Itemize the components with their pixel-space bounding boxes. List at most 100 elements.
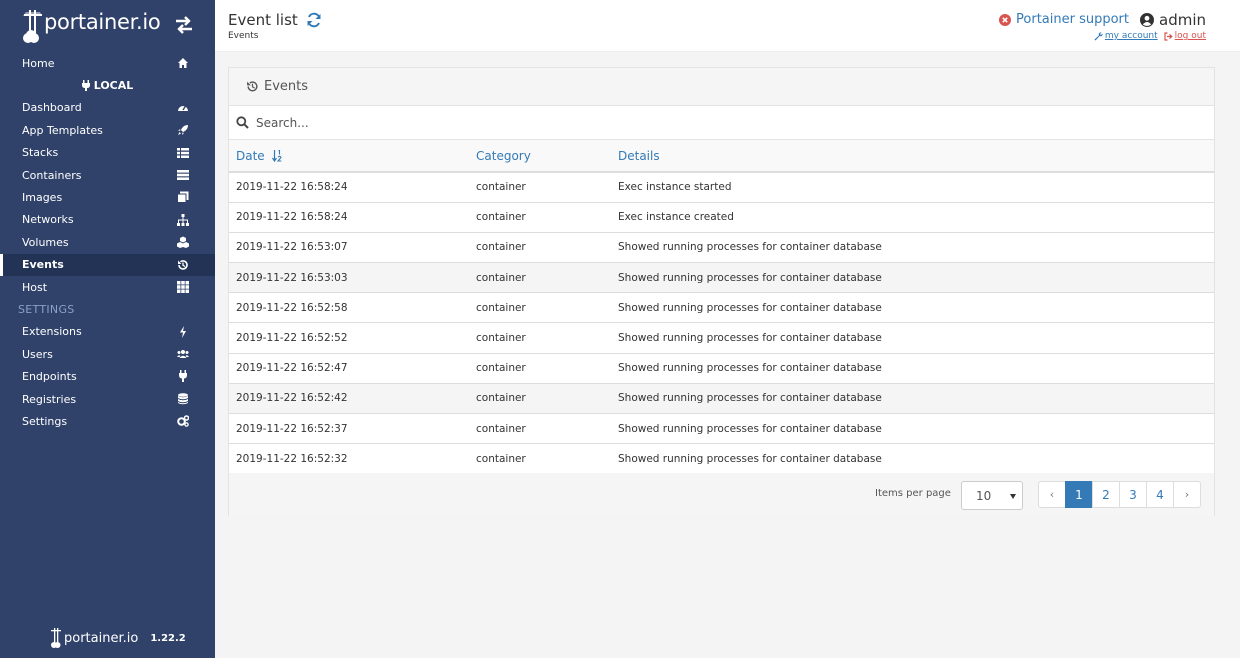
sidebar-item-registries[interactable]: Registries xyxy=(0,388,215,410)
sidebar-item-containers[interactable]: Containers xyxy=(0,164,215,186)
cogs-icon xyxy=(177,415,189,428)
page-button-4[interactable]: 4 xyxy=(1146,481,1174,508)
events-panel: Events Date Category Details 2019-11-22 … xyxy=(228,67,1215,516)
sidebar-item-settings[interactable]: Settings xyxy=(0,410,215,432)
cell-date: 2019-11-22 16:52:42 xyxy=(229,383,469,415)
refresh-icon[interactable] xyxy=(306,12,322,28)
settings-section-heading: SETTINGS xyxy=(18,302,75,316)
sidebar-item-images[interactable]: Images xyxy=(0,186,215,208)
sidebar-item-label: Extensions xyxy=(22,325,82,339)
wrench-icon xyxy=(1094,31,1103,40)
pagination: ‹ 1 2 3 4 › xyxy=(1038,481,1201,508)
page-button-2[interactable]: 2 xyxy=(1092,481,1120,508)
sidebar-brand[interactable]: portainer.io xyxy=(0,0,215,50)
brand-name: portainer.io xyxy=(44,10,161,34)
sidebar: portainer.io Home LOCAL Dashboard App Te… xyxy=(0,0,215,658)
cell-date: 2019-11-22 16:52:47 xyxy=(229,353,469,384)
server-icon xyxy=(177,169,189,180)
portainer-logo-icon xyxy=(23,10,42,43)
sidebar-item-app-templates[interactable]: App Templates xyxy=(0,119,215,141)
sidebar-item-label: Networks xyxy=(22,213,74,227)
breadcrumb: Events xyxy=(228,31,259,41)
clone-icon xyxy=(177,191,189,204)
table-footer: Items per page 10 ‹ 1 2 3 4 › xyxy=(229,473,1214,516)
cell-details: Showed running processes for container d… xyxy=(611,262,1214,294)
exchange-icon[interactable] xyxy=(175,15,193,35)
table-row: 2019-11-22 16:52:32 container Showed runni… xyxy=(229,443,1214,475)
cell-category: container xyxy=(469,202,611,233)
dashboard-icon xyxy=(178,105,188,111)
column-header-date[interactable]: Date xyxy=(229,140,469,173)
sidebar-item-networks[interactable]: Networks xyxy=(0,209,215,231)
column-header-details[interactable]: Details xyxy=(611,140,1214,173)
sidebar-item-label: Containers xyxy=(22,168,82,182)
sidebar-item-extensions[interactable]: Extensions xyxy=(0,321,215,343)
th-icon xyxy=(177,280,189,293)
sitemap-icon xyxy=(177,213,189,226)
page-title: Event list xyxy=(228,11,322,29)
plug-icon xyxy=(179,370,187,383)
sidebar-item-home[interactable]: Home xyxy=(0,52,215,74)
cell-category: container xyxy=(469,383,611,415)
cell-category: container xyxy=(469,413,611,445)
sidebar-item-label: App Templates xyxy=(22,123,103,137)
table-row: 2019-11-22 16:53:07 container Showed runni… xyxy=(229,232,1214,264)
cell-date: 2019-11-22 16:58:24 xyxy=(229,172,469,203)
sign-out-icon xyxy=(1164,31,1173,41)
sidebar-item-label: Events xyxy=(22,258,64,272)
cell-category: container xyxy=(469,232,611,264)
sidebar-item-dashboard[interactable]: Dashboard xyxy=(0,97,215,119)
sidebar-item-users[interactable]: Users xyxy=(0,343,215,365)
table-row: 2019-11-22 16:52:47 container Showed runni… xyxy=(229,353,1214,384)
next-page-button[interactable]: › xyxy=(1173,481,1201,508)
panel-heading: Events xyxy=(229,68,1214,106)
cell-date: 2019-11-22 16:58:24 xyxy=(229,202,469,233)
sidebar-item-stacks[interactable]: Stacks xyxy=(0,142,215,164)
sidebar-item-events[interactable]: Events xyxy=(0,253,215,276)
users-icon xyxy=(177,350,189,359)
table-row: 2019-11-22 16:52:42 container Showed runni… xyxy=(229,383,1214,415)
table-row: 2019-11-22 16:52:52 container Showed runni… xyxy=(229,322,1214,354)
sidebar-item-volumes[interactable]: Volumes xyxy=(0,231,215,253)
sidebar-nav: Home LOCAL Dashboard App Templates Stack… xyxy=(0,52,215,433)
my-account-link[interactable]: my account xyxy=(1094,31,1158,41)
cell-details: Exec instance started xyxy=(611,172,1214,203)
cell-date: 2019-11-22 16:52:37 xyxy=(229,413,469,445)
items-per-page-label: Items per page xyxy=(875,488,951,499)
page-button-3[interactable]: 3 xyxy=(1119,481,1147,508)
home-icon xyxy=(178,58,188,68)
portainer-logo-icon xyxy=(51,628,61,648)
history-icon xyxy=(247,81,258,92)
items-per-page-select[interactable]: 10 xyxy=(961,481,1023,510)
column-header-category[interactable]: Category xyxy=(469,140,611,173)
cell-category: container xyxy=(469,443,611,475)
support-link[interactable]: Portainer support xyxy=(999,12,1129,27)
account-links: my account log out xyxy=(1088,31,1206,41)
page-header: Event list Events Portainer support admi… xyxy=(215,0,1240,52)
table-row: 2019-11-22 16:52:37 container Showed runni… xyxy=(229,413,1214,445)
sidebar-item-label: Volumes xyxy=(22,235,69,249)
cell-date: 2019-11-22 16:53:03 xyxy=(229,262,469,294)
user-circle-icon xyxy=(1140,13,1154,27)
search-input[interactable] xyxy=(256,115,1156,130)
cell-details: Showed running processes for container d… xyxy=(611,383,1214,415)
username: admin xyxy=(1159,11,1206,29)
user-menu: admin xyxy=(1140,11,1206,29)
cell-details: Showed running processes for container d… xyxy=(611,353,1214,384)
sidebar-item-host[interactable]: Host xyxy=(0,276,215,298)
prev-page-button[interactable]: ‹ xyxy=(1038,481,1066,508)
page-button-1[interactable]: 1 xyxy=(1065,481,1093,508)
cell-category: container xyxy=(469,172,611,203)
sidebar-item-label: Stacks xyxy=(22,146,59,160)
bolt-icon xyxy=(180,325,186,338)
cell-date: 2019-11-22 16:52:52 xyxy=(229,322,469,354)
sidebar-item-endpoints[interactable]: Endpoints xyxy=(0,365,215,387)
cell-category: container xyxy=(469,292,611,324)
log-out-link[interactable]: log out xyxy=(1164,31,1206,41)
sidebar-item-label: Users xyxy=(22,347,53,361)
cell-details: Exec instance created xyxy=(611,202,1214,233)
search-icon xyxy=(236,116,249,129)
version-label: 1.22.2 xyxy=(150,632,186,644)
cubes-icon xyxy=(177,236,189,249)
cell-date: 2019-11-22 16:52:32 xyxy=(229,443,469,475)
